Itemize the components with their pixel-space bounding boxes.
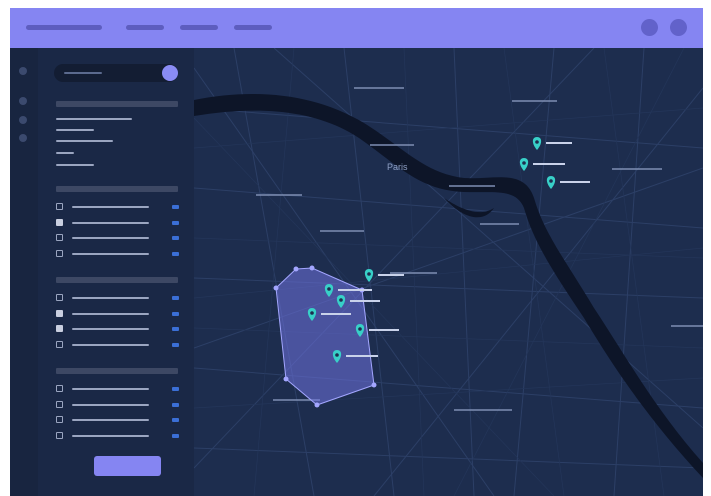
filter-group-1-row[interactable]: [56, 202, 182, 212]
nav-item-3[interactable]: [234, 25, 272, 30]
river: [194, 93, 703, 479]
filter-checkbox[interactable]: [56, 309, 63, 317]
filter-count: [172, 387, 179, 391]
map-pin-icon[interactable]: [519, 158, 529, 171]
filter-sidebar: [38, 48, 194, 496]
section-header-group-3: [56, 368, 178, 374]
filter-label: [72, 434, 149, 437]
section-header-summary: [56, 101, 178, 107]
filter-group-3-row[interactable]: [56, 415, 182, 425]
filter-checkbox[interactable]: [56, 218, 63, 226]
filter-count: [172, 296, 179, 300]
vertex-handle[interactable]: [309, 265, 315, 271]
user-avatar-icon[interactable]: [162, 65, 178, 81]
filter-group-1-row[interactable]: [56, 249, 182, 259]
filter-group-1-row[interactable]: [56, 233, 182, 243]
summary-line-1: [56, 118, 132, 120]
title-bar: [10, 8, 703, 48]
section-header-group-1: [56, 186, 178, 192]
filter-label: [72, 388, 149, 390]
filter-group-1-row[interactable]: [56, 218, 182, 228]
filter-group-2-row[interactable]: [56, 324, 182, 334]
rail-icon-1[interactable]: [19, 67, 27, 75]
apply-button[interactable]: [94, 456, 161, 476]
map-view[interactable]: Paris: [194, 48, 703, 496]
filter-label: [72, 403, 149, 406]
filter-checkbox[interactable]: [56, 249, 63, 257]
summary-line-4: [56, 152, 74, 154]
filter-count: [172, 311, 179, 316]
filter-group-3-row[interactable]: [56, 400, 182, 410]
app-title-placeholder: [26, 25, 102, 30]
map-pin-icon[interactable]: [546, 176, 556, 189]
app-window: Paris: [10, 8, 703, 496]
rail-icon-2[interactable]: [19, 97, 27, 105]
filter-checkbox[interactable]: [56, 234, 63, 241]
filter-count: [172, 418, 179, 422]
vertex-handle[interactable]: [371, 382, 377, 388]
filter-group-3-row[interactable]: [56, 384, 182, 394]
filter-checkbox[interactable]: [56, 431, 63, 439]
vertex-handle[interactable]: [314, 402, 320, 408]
window-button-1[interactable]: [641, 19, 658, 36]
map-pin-icon[interactable]: [532, 137, 542, 150]
vertex-handle[interactable]: [293, 266, 299, 272]
icon-rail: [10, 48, 38, 496]
filter-count: [172, 220, 179, 225]
street-network: [194, 48, 703, 496]
filter-label: [72, 328, 149, 330]
filter-checkbox[interactable]: [56, 385, 63, 392]
filter-count: [172, 342, 179, 347]
section-header-group-2: [56, 277, 178, 283]
search-input[interactable]: [54, 64, 178, 82]
filter-label: [72, 221, 149, 224]
filter-label: [72, 252, 149, 255]
vertex-handle[interactable]: [283, 376, 289, 382]
vertex-handle[interactable]: [273, 285, 279, 291]
filter-checkbox[interactable]: [56, 203, 63, 210]
summary-line-3: [56, 140, 113, 142]
filter-checkbox[interactable]: [56, 294, 63, 301]
map-canvas: Paris: [194, 48, 703, 496]
filter-count: [172, 402, 179, 407]
rail-icon-4[interactable]: [19, 134, 27, 142]
filter-checkbox[interactable]: [56, 416, 63, 423]
filter-label: [72, 343, 149, 346]
filter-count: [172, 251, 179, 256]
rail-icon-3[interactable]: [19, 116, 27, 124]
filter-group-2-row[interactable]: [56, 309, 182, 319]
filter-label: [72, 206, 149, 208]
filter-count: [172, 205, 179, 209]
minor-streets: [194, 48, 703, 496]
city-label: Paris: [387, 162, 408, 172]
filter-label: [72, 297, 149, 299]
search-placeholder-line: [64, 72, 102, 74]
filter-checkbox[interactable]: [56, 325, 63, 332]
filter-label: [72, 312, 149, 315]
filter-group-2-row[interactable]: [56, 293, 182, 303]
filter-group-3-row[interactable]: [56, 431, 182, 441]
nav-item-2[interactable]: [180, 25, 218, 30]
filter-checkbox[interactable]: [56, 340, 63, 348]
filter-label: [72, 419, 149, 421]
filter-count: [172, 327, 179, 331]
summary-line-5: [56, 164, 94, 166]
river-island: [444, 198, 494, 218]
window-button-2[interactable]: [670, 19, 687, 36]
map-pin-icon[interactable]: [364, 269, 374, 282]
filter-checkbox[interactable]: [56, 400, 63, 408]
filter-count: [172, 433, 179, 438]
filter-count: [172, 236, 179, 240]
filter-group-2-row[interactable]: [56, 340, 182, 350]
summary-line-2: [56, 129, 94, 131]
nav-item-1[interactable]: [126, 25, 164, 30]
filter-label: [72, 237, 149, 239]
